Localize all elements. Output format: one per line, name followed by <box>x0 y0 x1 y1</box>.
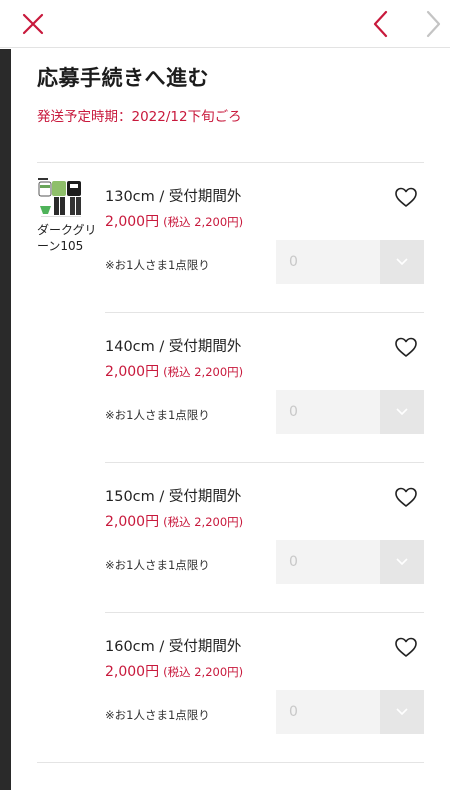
color-name: ダークグリーン105 <box>37 223 97 253</box>
quantity-value: 0 <box>276 240 380 284</box>
price: 2,000円 (税込 2,200円) <box>105 661 243 681</box>
heart-icon <box>395 187 417 207</box>
shipping-schedule: 発送予定時期：2022/12下旬ごろ <box>37 109 242 125</box>
favorite-button[interactable] <box>394 335 418 359</box>
purchase-limit-note: ※お1人さま1点限り <box>105 708 210 722</box>
divider <box>105 612 424 613</box>
product-outfit-thumbnail <box>37 176 85 220</box>
divider <box>37 762 424 763</box>
favorite-button[interactable] <box>394 485 418 509</box>
size-availability: 160cm / 受付期間外 <box>105 639 242 655</box>
dropdown-arrow[interactable] <box>380 390 424 434</box>
purchase-limit-note: ※お1人さま1点限り <box>105 558 210 572</box>
price-value: 2,000円 <box>105 664 160 680</box>
purchase-limit-note: ※お1人さま1点限り <box>105 408 210 422</box>
top-navigation-bar <box>0 0 450 48</box>
price: 2,000円 (税込 2,200円) <box>105 211 243 231</box>
dark-side-strip <box>0 49 11 790</box>
product-thumbnail[interactable] <box>37 176 85 220</box>
close-x-icon <box>22 13 44 35</box>
chevron-down-icon <box>396 258 408 266</box>
page-title: 応募手続きへ進む <box>37 66 209 90</box>
quantity-select[interactable]: 0 <box>276 390 424 434</box>
chevron-down-icon <box>396 408 408 416</box>
favorite-button[interactable] <box>394 635 418 659</box>
tax-included-price: (税込 2,200円) <box>163 515 244 529</box>
quantity-select[interactable]: 0 <box>276 240 424 284</box>
price-value: 2,000円 <box>105 514 160 530</box>
purchase-limit-note: ※お1人さま1点限り <box>105 258 210 272</box>
price: 2,000円 (税込 2,200円) <box>105 361 243 381</box>
tax-included-price: (税込 2,200円) <box>163 665 244 679</box>
dropdown-arrow[interactable] <box>380 690 424 734</box>
size-availability: 140cm / 受付期間外 <box>105 339 242 355</box>
previous-button[interactable] <box>363 6 399 42</box>
dropdown-arrow[interactable] <box>380 540 424 584</box>
divider <box>105 462 424 463</box>
heart-icon <box>395 337 417 357</box>
divider <box>105 312 424 313</box>
size-availability: 150cm / 受付期間外 <box>105 489 242 505</box>
heart-icon <box>395 637 417 657</box>
quantity-select[interactable]: 0 <box>276 690 424 734</box>
heart-icon <box>395 487 417 507</box>
size-availability: 130cm / 受付期間外 <box>105 189 242 205</box>
application-panel: 応募手続きへ進む 発送予定時期：2022/12下旬ごろ ダークグリーン105 1… <box>11 49 450 790</box>
close-button[interactable] <box>15 6 51 42</box>
next-button[interactable] <box>415 6 450 42</box>
quantity-value: 0 <box>276 540 380 584</box>
quantity-value: 0 <box>276 690 380 734</box>
favorite-button[interactable] <box>394 185 418 209</box>
quantity-select[interactable]: 0 <box>276 540 424 584</box>
price: 2,000円 (税込 2,200円) <box>105 511 243 531</box>
tax-included-price: (税込 2,200円) <box>163 365 244 379</box>
quantity-value: 0 <box>276 390 380 434</box>
tax-included-price: (税込 2,200円) <box>163 215 244 229</box>
chevron-right-icon <box>426 10 441 38</box>
chevron-down-icon <box>396 558 408 566</box>
chevron-down-icon <box>396 708 408 716</box>
divider <box>37 162 424 163</box>
chevron-left-icon <box>373 10 388 38</box>
price-value: 2,000円 <box>105 364 160 380</box>
dropdown-arrow[interactable] <box>380 240 424 284</box>
price-value: 2,000円 <box>105 214 160 230</box>
